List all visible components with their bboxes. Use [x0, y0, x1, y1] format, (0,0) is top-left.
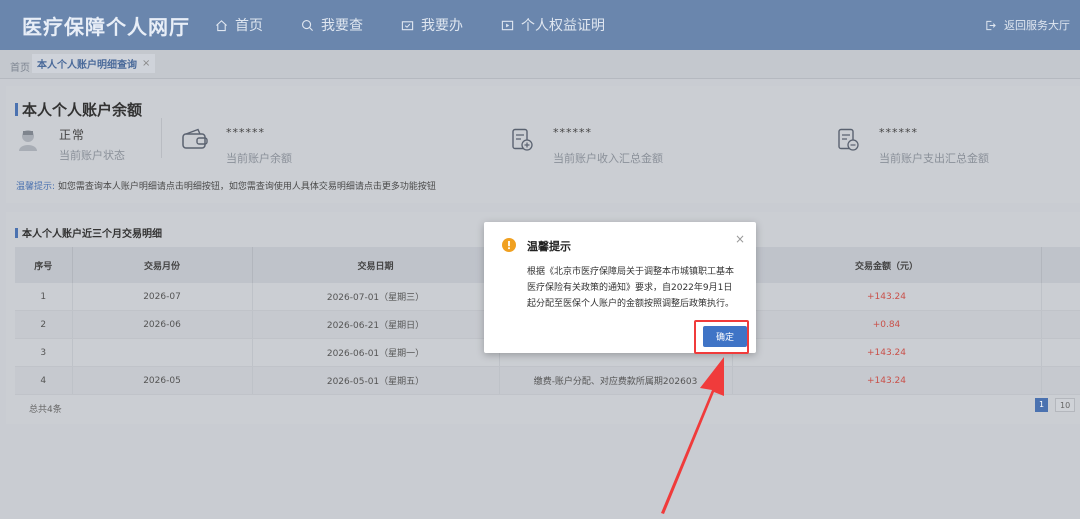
- title-accent-bar: [15, 103, 18, 116]
- table-cell: 2026-06-21（星期日）: [252, 310, 500, 339]
- back-to-hall-label: 返回服务大厅: [1004, 19, 1070, 32]
- expense-value: ******: [879, 126, 918, 139]
- nav-certificate-label: 个人权益证明: [521, 18, 605, 34]
- main-nav: 首页 我要查 我要办 个人权益证明: [215, 0, 643, 50]
- account-status-label: 当前账户状态: [59, 149, 125, 162]
- nav-certificate[interactable]: 个人权益证明: [501, 0, 605, 50]
- total-count: 总共4条: [29, 405, 62, 415]
- tab-account-detail[interactable]: 本人个人账户明细查询 ×: [32, 54, 156, 73]
- table-cell: [1041, 338, 1080, 367]
- table-cell: [1041, 310, 1080, 339]
- balance-card: 本人个人账户余额 正常 当前账户状态 ****** 当前账户余额 ****** …: [6, 86, 1080, 203]
- table-cell: 2026-05: [72, 366, 253, 395]
- tab-bar: 首页 本人个人账户明细查询 ×: [0, 50, 1080, 79]
- nav-home-label: 首页: [235, 18, 263, 34]
- divider: [161, 118, 162, 158]
- user-avatar-icon: [19, 130, 37, 151]
- search-icon: [302, 19, 314, 31]
- balance-title-text: 本人个人账户余额: [22, 101, 143, 119]
- amount-cell: +0.84: [732, 310, 1042, 339]
- tab-account-detail-label: 本人个人账户明细查询: [37, 60, 137, 71]
- nav-home[interactable]: 首页: [215, 0, 263, 50]
- tab-home[interactable]: 首页: [10, 59, 30, 74]
- nav-handle[interactable]: 我要办: [401, 0, 463, 50]
- dialog-close-icon[interactable]: ×: [735, 232, 745, 246]
- amount-cell: +143.24: [732, 283, 1042, 311]
- document-plus-icon: [512, 128, 533, 151]
- exit-icon: [986, 20, 996, 30]
- top-header: 医疗保障个人网厅 首页 我要查 我要办 个人权益证明 返回服务大厅: [0, 0, 1080, 50]
- balance-label: 当前账户余额: [226, 152, 292, 165]
- dialog-title: 温馨提示: [527, 240, 571, 253]
- amount-cell: +143.24: [732, 338, 1042, 367]
- table-cell: 2026-05-01（星期五）: [252, 366, 500, 395]
- amount-cell: +143.24: [732, 366, 1042, 395]
- table-cell: 3: [15, 338, 73, 367]
- dialog-message: 根据《北京市医疗保障局关于调整本市城镇职工基本医疗保险有关政策的通知》要求，自2…: [527, 267, 735, 309]
- table-row: 4 2026-05 2026-05-01（星期五） 缴费-账户分配、对应费款所属…: [15, 366, 1080, 395]
- page-size-select[interactable]: 10: [1055, 398, 1075, 412]
- tab-close-icon[interactable]: ×: [142, 58, 150, 69]
- balance-value: ******: [226, 126, 265, 139]
- tip-text: 温馨提示: 如您需查询本人账户明细请点击明细按钮，如您需查询使用人具体交易明细请…: [16, 179, 436, 192]
- column-header: 交易月份: [72, 247, 253, 283]
- table-cell: 缴费-账户分配、对应费款所属期202603: [499, 366, 733, 395]
- income-value: ******: [553, 126, 592, 139]
- table-cell: 2026-06: [72, 310, 253, 339]
- expense-label: 当前账户支出汇总金额: [879, 152, 989, 165]
- document-minus-icon: [838, 128, 859, 151]
- table-cell: 2026-07: [72, 283, 253, 311]
- table-cell: 2: [15, 310, 73, 339]
- back-to-hall-button[interactable]: 返回服务大厅: [985, 17, 1070, 33]
- tip-body: 如您需查询本人账户明细请点击明细按钮，如您需查询使用人具体交易明细请点击更多功能…: [57, 182, 436, 192]
- table-cell: [72, 338, 253, 367]
- confirm-highlight-box: [694, 320, 749, 354]
- home-icon: [216, 19, 227, 31]
- column-header: 序号: [15, 247, 73, 283]
- income-label: 当前账户收入汇总金额: [553, 152, 663, 165]
- balance-section-title: 本人个人账户余额: [15, 99, 142, 120]
- column-header: [1041, 247, 1080, 283]
- pagination-page-button[interactable]: 1: [1035, 398, 1048, 412]
- column-header: 交易金额（元）: [732, 247, 1042, 283]
- table-cell: 2026-06-01（星期一）: [252, 338, 500, 367]
- transactions-section-title: 本人个人账户近三个月交易明细: [15, 225, 162, 240]
- wallet-icon: [182, 128, 208, 149]
- warning-icon: [502, 238, 516, 252]
- nav-query-label: 我要查: [321, 18, 363, 34]
- table-cell: [1041, 366, 1080, 395]
- nav-handle-label: 我要办: [421, 18, 463, 34]
- table-cell: [1041, 283, 1080, 311]
- transactions-title-text: 本人个人账户近三个月交易明细: [22, 229, 162, 240]
- folder-icon: [401, 20, 414, 30]
- tip-prefix: 温馨提示:: [16, 182, 56, 192]
- title-accent-bar: [15, 227, 18, 238]
- table-cell: 4: [15, 366, 73, 395]
- column-header: 交易日期: [252, 247, 500, 283]
- table-cell: 2026-07-01（星期三）: [252, 283, 500, 311]
- app-title: 医疗保障个人网厅: [22, 15, 190, 39]
- nav-query[interactable]: 我要查: [301, 0, 363, 50]
- certificate-icon: [501, 20, 514, 30]
- table-cell: 1: [15, 283, 73, 311]
- account-status-value: 正常: [59, 128, 86, 142]
